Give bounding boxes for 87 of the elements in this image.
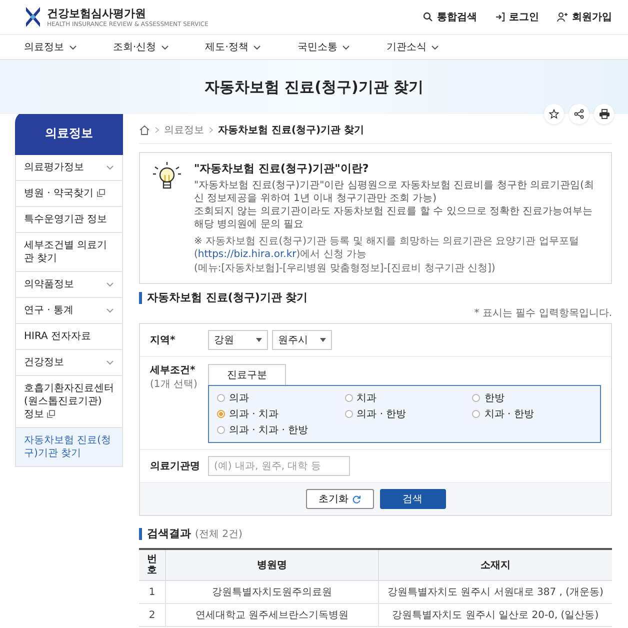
field-label: 지역* bbox=[150, 334, 176, 348]
sidebar-item[interactable]: 연구 · 통계 bbox=[15, 298, 123, 324]
sidebar-item[interactable]: HIRA 전자자료 bbox=[15, 324, 123, 350]
radio-button[interactable] bbox=[217, 426, 225, 434]
field-label: 세부조건* bbox=[150, 364, 196, 378]
info-bullet: 조회되지 않는 의료기관이라도 자동차보험 진료를 할 수 있으므로 정확한 진료가능여부는 해당 병의원에 문의 필요 bbox=[194, 205, 594, 231]
menu-path: (메뉴:[자동차보험]-[우리병원 맞춤형정보]-[진료비 청구기관 신청]) bbox=[194, 262, 496, 275]
city-select[interactable]: 원주시 bbox=[272, 330, 332, 350]
radio-button[interactable] bbox=[344, 410, 353, 418]
nav-menu-item[interactable]: 기관소식 bbox=[386, 40, 440, 54]
search-icon bbox=[423, 12, 433, 22]
nav-menu-item[interactable]: 제도·정책 bbox=[205, 40, 262, 54]
column-header: 번호 bbox=[139, 549, 166, 581]
info-bullet: "자동차보험 진료(청구)기관"이란 심평원으로 자동차보험 진료비를 청구한 의료기관임(최신 정보제공을 위하여 1년 이내 청구기관만 조회 가능) bbox=[194, 179, 595, 205]
info-title: "자동차보험 진료(청구)기관"이란? bbox=[194, 161, 370, 176]
radio-button[interactable] bbox=[217, 410, 225, 418]
header-link[interactable]: 통합검색 bbox=[423, 10, 477, 24]
nav-menu-item[interactable]: 조회·신청 bbox=[113, 40, 170, 54]
radio-option[interactable]: 의과 · 한방 bbox=[344, 407, 464, 422]
search-button[interactable]: 검색 bbox=[380, 489, 446, 510]
sidebar-title: 의료정보 bbox=[15, 111, 123, 155]
radio-button[interactable] bbox=[472, 394, 480, 402]
share-button[interactable] bbox=[569, 104, 589, 124]
sidebar-item[interactable]: 건강정보 bbox=[15, 350, 123, 376]
radio-option[interactable]: 한방 bbox=[472, 391, 592, 406]
sidebar-item[interactable]: 의약품정보 bbox=[15, 272, 123, 298]
radio-option[interactable]: 의과 · 치과 · 한방 bbox=[217, 423, 337, 438]
dropdown-arrow-icon bbox=[320, 338, 326, 342]
result-count: (전체 2건) bbox=[195, 529, 242, 540]
page-title: 자동차보험 진료(청구)기관 찾기 bbox=[204, 78, 424, 96]
radio-button[interactable] bbox=[472, 410, 480, 418]
column-header: 소재지 bbox=[378, 549, 612, 581]
institution-name-field[interactable]: (예) 내과, 원주, 대학 등 bbox=[208, 456, 350, 476]
table-cell: 강원특별자치도원주의료원 bbox=[166, 580, 378, 604]
table-cell: 2 bbox=[139, 604, 166, 627]
radio-option[interactable]: 의과 bbox=[217, 391, 337, 406]
radio-option[interactable]: 치과 bbox=[344, 391, 464, 406]
category-tab[interactable]: 진료구분 bbox=[208, 364, 286, 386]
portal-link[interactable]: https://biz.hira.or.kr bbox=[198, 249, 296, 260]
section-title: 검색결과 bbox=[147, 528, 191, 540]
radio-button[interactable] bbox=[217, 394, 225, 402]
chevron-down-icon bbox=[431, 44, 440, 50]
sidebar-item[interactable]: 자동차보험 진료(청구)기관 찾기 bbox=[15, 428, 123, 467]
dropdown-arrow-icon bbox=[256, 338, 262, 342]
table-cell: 1 bbox=[139, 580, 166, 604]
sidebar-item[interactable]: 호흡기환자진료센터(원스톱진료기관) 정보 bbox=[15, 376, 123, 428]
table-cell: 강원특별자치도 원주시 서원대로 387 , (개운동) bbox=[378, 580, 612, 604]
chevron-down-icon bbox=[342, 44, 350, 50]
chevron-down-icon bbox=[69, 44, 77, 50]
star-icon bbox=[549, 109, 559, 119]
field-label: 의료기관명 bbox=[150, 460, 201, 474]
section-title: 자동차보험 진료(청구)기관 찾기 bbox=[139, 292, 612, 304]
radio-option[interactable]: 치과 · 한방 bbox=[472, 407, 592, 422]
print-button[interactable] bbox=[594, 104, 614, 124]
info-note: ※ 자동차보험 진료(청구)기관 등록 및 해지를 희망하는 의료기관은 요양기관 업무포털(https://biz.hira.or.kr)에서 신청 가능 bbox=[194, 235, 580, 261]
table-cell: 연세대학교 원주세브란스기독병원 bbox=[166, 604, 378, 627]
breadcrumb-link[interactable]: 의료정보 bbox=[164, 123, 204, 137]
sidebar-item[interactable]: 특수운영기관 정보 bbox=[15, 207, 123, 233]
nav-menu-item[interactable]: 의료정보 bbox=[24, 40, 77, 54]
home-icon bbox=[139, 125, 150, 135]
sidebar-item[interactable]: 세부조건별 의료기관 찾기 bbox=[15, 233, 123, 272]
chevron-right-icon bbox=[155, 127, 159, 133]
login-icon bbox=[495, 12, 505, 22]
radio-option[interactable]: 의과 · 치과 bbox=[217, 407, 337, 422]
table-cell: 강원특별자치도 원주시 일산로 20-0, (일산동) bbox=[378, 604, 612, 627]
sidebar-item[interactable]: 의료평가정보 bbox=[15, 155, 123, 181]
favorite-button[interactable] bbox=[544, 104, 564, 124]
field-hint: (1개 선택) bbox=[150, 378, 198, 392]
user-plus-icon bbox=[557, 12, 568, 22]
province-select[interactable]: 강원 bbox=[208, 330, 268, 350]
header-link[interactable]: 회원가입 bbox=[557, 10, 612, 24]
chevron-right-icon bbox=[209, 127, 213, 133]
share-icon bbox=[574, 109, 584, 119]
chevron-down-icon bbox=[253, 44, 262, 50]
logo-title: 건강보험심사평가원 bbox=[47, 6, 147, 21]
logo-icon bbox=[24, 6, 42, 28]
header-link[interactable]: 로그인 bbox=[495, 10, 539, 24]
refresh-icon bbox=[352, 494, 360, 504]
chevron-down-icon bbox=[161, 44, 170, 50]
column-header: 병원명 bbox=[166, 549, 378, 581]
radio-button[interactable] bbox=[344, 394, 353, 402]
reset-button[interactable]: 초기화 bbox=[306, 489, 374, 510]
sidebar-item[interactable]: 병원 · 약국찾기 bbox=[15, 181, 123, 207]
required-note: * 표시는 필수 입력항목입니다. bbox=[473, 307, 612, 320]
breadcrumb-link[interactable]: 자동차보험 진료(청구)기관 찾기 bbox=[218, 123, 364, 137]
print-icon bbox=[598, 109, 610, 119]
nav-menu-item[interactable]: 국민소통 bbox=[297, 40, 350, 54]
